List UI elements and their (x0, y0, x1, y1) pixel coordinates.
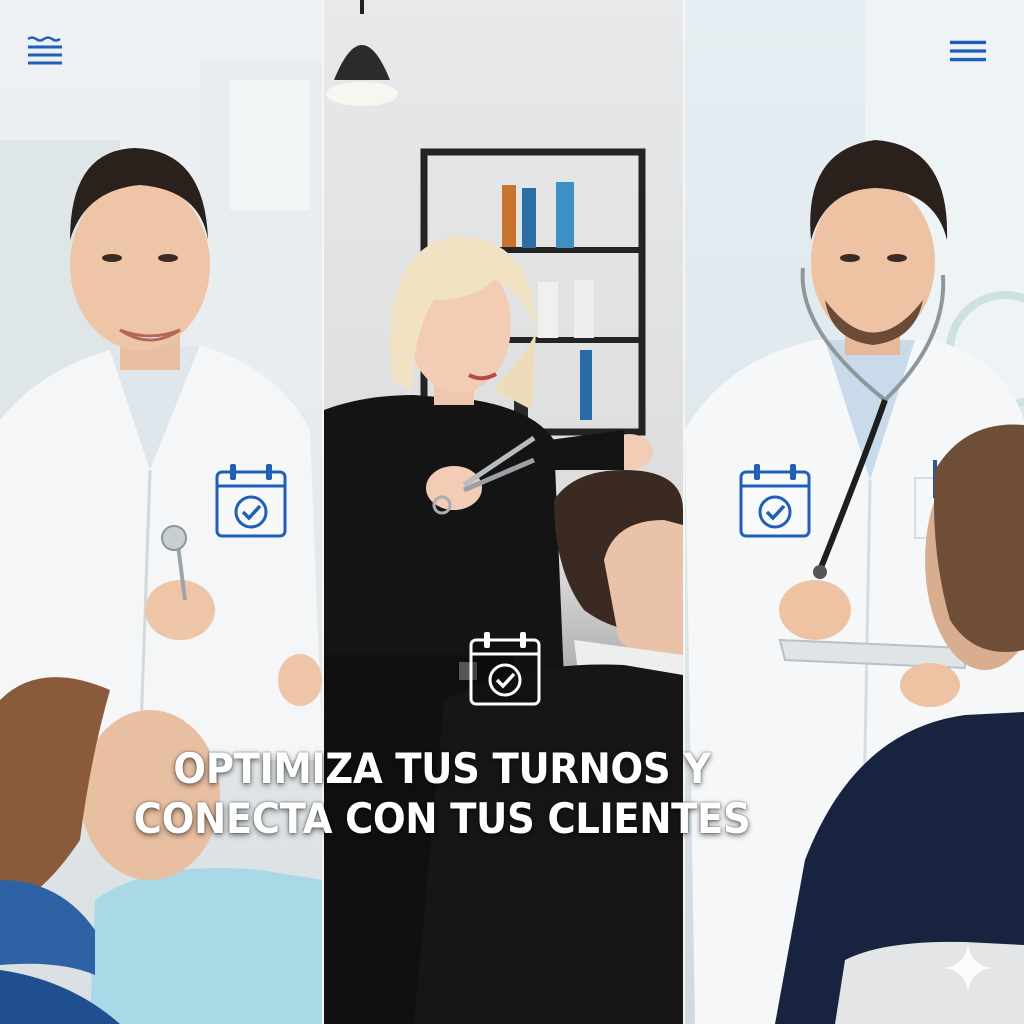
calendar-check-icon (468, 630, 542, 708)
panel-doctor (685, 0, 1024, 1024)
panel-divider (683, 0, 685, 1024)
hamburger-menu-icon[interactable] (948, 34, 988, 68)
panel-stylist (324, 0, 683, 1024)
headline-line-1: OPTIMIZA TUS TURNOS Y (173, 744, 711, 793)
stylist-scene-illustration (324, 0, 683, 1024)
headline: OPTIMIZA TUS TURNOS Y CONECTA CON TUS CL… (127, 744, 756, 844)
calendar-check-icon (738, 462, 812, 540)
calendar-check-icon (214, 462, 288, 540)
panel-divider (322, 0, 324, 1024)
menu-wave-icon[interactable] (25, 34, 65, 68)
sparkle-icon (944, 944, 992, 992)
headline-line-2: CONECTA CON TUS CLIENTES (133, 794, 751, 843)
doctor-scene-illustration (685, 0, 1024, 1024)
